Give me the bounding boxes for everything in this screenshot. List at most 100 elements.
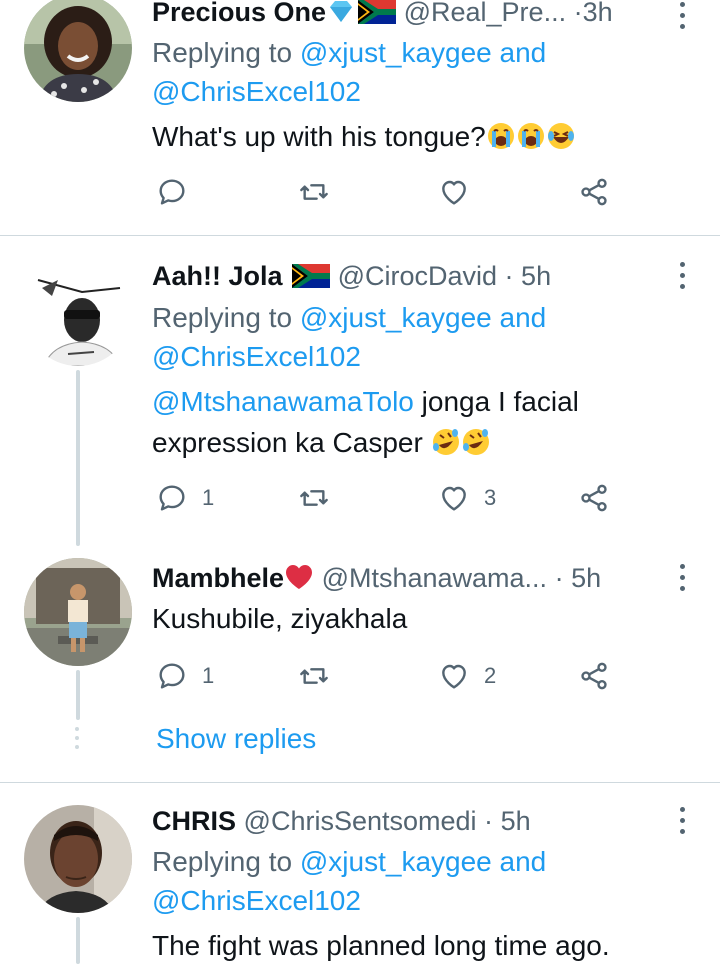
separator: · bbox=[554, 563, 564, 593]
tweet-text-content: What's up with his tongue? bbox=[152, 121, 486, 152]
tweet-header: Aah!! Jola @CirocDavid · 5h bbox=[152, 256, 660, 296]
show-replies-link[interactable]: Show replies bbox=[156, 720, 316, 758]
retweet-button[interactable] bbox=[298, 656, 344, 696]
laughing-emoji-icon bbox=[546, 121, 576, 151]
flag-icon bbox=[358, 0, 397, 24]
timestamp[interactable]: 5h bbox=[501, 806, 531, 836]
heart-emoji-icon bbox=[284, 562, 314, 592]
user-handle[interactable]: @CirocDavid bbox=[338, 261, 497, 291]
flag-icon bbox=[292, 264, 331, 288]
reply-icon bbox=[159, 663, 185, 689]
display-name[interactable]: Mambhele bbox=[152, 563, 284, 593]
share-button[interactable] bbox=[578, 172, 610, 212]
mention-and[interactable]: and bbox=[500, 846, 547, 877]
thread-more-dots bbox=[75, 727, 81, 754]
like-icon bbox=[442, 180, 466, 205]
like-icon bbox=[442, 664, 466, 689]
like-button[interactable] bbox=[438, 172, 484, 212]
tweet-text-content: The fight was planned long time ago. bbox=[152, 930, 610, 961]
replying-to-label: Replying to bbox=[152, 37, 293, 68]
reply-count: 1 bbox=[202, 663, 215, 688]
mention-link[interactable]: @MtshanawamaTolo bbox=[152, 386, 414, 417]
retweet-icon bbox=[300, 184, 328, 200]
separator: · bbox=[484, 806, 494, 836]
replying-to: Replying to @xjust_kaygee and bbox=[152, 298, 546, 337]
replying-to-cont: @ChrisExcel102 bbox=[152, 881, 361, 920]
tweet-4[interactable]: CHRIS @ChrisSentsomedi · 5h Replying to … bbox=[0, 783, 720, 964]
tweet-header: Precious One @Real_Pre... ·3h bbox=[152, 0, 660, 32]
thread-line bbox=[76, 670, 80, 720]
reply-button[interactable]: 1 bbox=[156, 478, 214, 518]
separator: · bbox=[504, 261, 514, 291]
tweet-actions: 1 3 bbox=[152, 478, 622, 518]
display-name[interactable]: Precious One bbox=[152, 0, 326, 27]
timestamp[interactable]: 3h bbox=[583, 0, 613, 27]
mention-link[interactable]: @ChrisExcel102 bbox=[152, 341, 361, 372]
display-name[interactable]: CHRIS bbox=[152, 806, 236, 836]
like-button[interactable]: 3 bbox=[438, 478, 496, 518]
like-count: 3 bbox=[484, 485, 497, 510]
replying-to-cont: @ChrisExcel102 bbox=[152, 337, 361, 376]
like-button[interactable]: 2 bbox=[438, 656, 496, 696]
tweet-actions bbox=[152, 172, 622, 212]
tweet-actions: 1 2 bbox=[152, 656, 622, 696]
tweet-text: Kushubile, ziyakhala bbox=[152, 598, 407, 639]
retweet-icon bbox=[300, 668, 328, 684]
share-button[interactable] bbox=[578, 656, 610, 696]
tweet-1[interactable]: Precious One @Real_Pre... ·3h Replying t… bbox=[0, 0, 720, 235]
mention-and[interactable]: and bbox=[500, 302, 547, 333]
mention-link[interactable]: @ChrisExcel102 bbox=[152, 885, 361, 916]
more-icon[interactable] bbox=[678, 807, 686, 837]
reply-icon bbox=[159, 485, 185, 511]
mention-link[interactable]: @xjust_kaygee bbox=[300, 37, 492, 68]
thread-line bbox=[76, 370, 80, 546]
retweet-button[interactable] bbox=[298, 478, 344, 518]
tweet-text-2: expression ka Casper bbox=[152, 422, 491, 463]
mention-link[interactable]: @ChrisExcel102 bbox=[152, 76, 361, 107]
user-handle[interactable]: @Real_Pre... bbox=[404, 0, 566, 27]
replying-to-cont: @ChrisExcel102 bbox=[152, 72, 361, 111]
replying-to-label: Replying to bbox=[152, 302, 293, 333]
tweet-text-content: Kushubile, ziyakhala bbox=[152, 603, 408, 634]
avatar[interactable] bbox=[24, 0, 132, 102]
share-button[interactable] bbox=[578, 478, 610, 518]
avatar[interactable] bbox=[24, 558, 132, 666]
reply-icon bbox=[159, 179, 185, 205]
reply-count: 1 bbox=[202, 485, 215, 510]
more-icon[interactable] bbox=[678, 262, 686, 292]
crying-emoji-icon bbox=[486, 121, 516, 151]
replying-to: Replying to @xjust_kaygee and bbox=[152, 33, 546, 72]
thread-line bbox=[76, 917, 80, 964]
tweet-header: Mambhele @Mtshanawama... · 5h bbox=[152, 558, 660, 598]
avatar[interactable] bbox=[24, 805, 132, 913]
like-count: 2 bbox=[484, 663, 497, 688]
tweet-text-line: jonga I facial bbox=[421, 386, 579, 417]
share-icon bbox=[581, 178, 607, 206]
timestamp[interactable]: 5h bbox=[521, 261, 551, 291]
share-icon bbox=[581, 484, 607, 512]
tweet-header: CHRIS @ChrisSentsomedi · 5h bbox=[152, 801, 660, 841]
avatar[interactable] bbox=[24, 258, 132, 366]
tweet-text-line: expression ka Casper bbox=[152, 427, 423, 458]
replying-to-label: Replying to bbox=[152, 846, 293, 877]
user-handle[interactable]: @Mtshanawama... bbox=[322, 563, 548, 593]
mention-and[interactable]: and bbox=[500, 37, 547, 68]
display-name[interactable]: Aah!! Jola bbox=[152, 261, 283, 291]
gem-icon bbox=[326, 0, 356, 26]
retweet-icon bbox=[300, 490, 328, 506]
tweet-3[interactable]: Mambhele @Mtshanawama... · 5h Kushubile,… bbox=[0, 546, 720, 782]
retweet-button[interactable] bbox=[298, 172, 344, 212]
user-handle[interactable]: @ChrisSentsomedi bbox=[244, 806, 477, 836]
mention-link[interactable]: @xjust_kaygee bbox=[300, 846, 492, 877]
share-icon bbox=[581, 662, 607, 690]
reply-button[interactable]: 1 bbox=[156, 656, 214, 696]
more-icon[interactable] bbox=[678, 2, 686, 32]
tweet-2[interactable]: Aah!! Jola @CirocDavid · 5h Replying to … bbox=[0, 236, 720, 546]
mention-link[interactable]: @xjust_kaygee bbox=[300, 302, 492, 333]
replying-to: Replying to @xjust_kaygee and bbox=[152, 842, 546, 881]
crying-emoji-icon bbox=[516, 121, 546, 151]
timestamp[interactable]: 5h bbox=[571, 563, 601, 593]
reply-button[interactable] bbox=[156, 172, 202, 212]
tweet-text: @MtshanawamaTolo jonga I facial bbox=[152, 381, 579, 422]
more-icon[interactable] bbox=[678, 564, 686, 594]
